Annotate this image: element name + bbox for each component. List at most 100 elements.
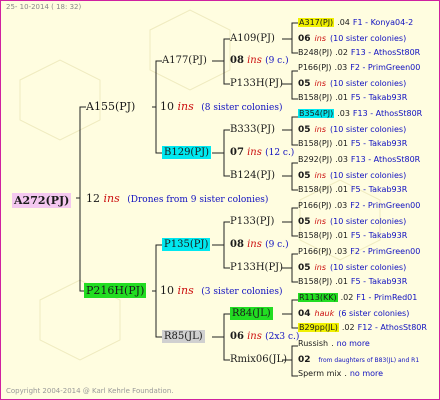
gen4-node[interactable]: B158(PJ) .01 F5 - Takab93R [298,94,407,102]
gen4-label: F5 - Takab93R [350,185,408,194]
gen3-name: R84(JL) [230,307,273,320]
gen4-node[interactable]: P166(PJ) .03 F2 - PrimGreen00 [298,248,420,256]
gen3-name: P133H(PJ) [230,78,284,89]
gen3-info: 05 ins (10 sister colonies) [298,126,406,135]
gen4-node[interactable]: Sperm mix. no more [298,370,383,378]
gen4-name: P166(PJ) [298,63,332,72]
gen3-name: P133(PJ) [230,216,275,227]
gen3-ins-num: 06 [298,34,311,44]
gen4-node[interactable]: B158(PJ) .01 F5 - Takab93R [298,278,407,286]
gen2-name: B129(PJ) [162,146,211,159]
gen3-ins: ins [314,263,326,272]
gen4-label: F2 - PrimGreen00 [350,247,421,256]
gen4-node[interactable]: R113(KK) .02 F1 - PrimRed01 [298,293,417,302]
gen4-node[interactable]: B158(PJ) .01 F5 - Takab93R [298,232,407,240]
root-ins-num: 12 [86,192,100,205]
gen4-name: B158(PJ) [298,185,333,194]
gen4-label: F5 - Takab93R [350,277,408,286]
gen4-name: A317(PJ) [298,18,335,27]
gen3-ins-num: 04 [298,309,311,319]
gen4-year: .01 [335,185,348,194]
gen3-node[interactable]: R84(JL) [230,307,273,320]
gen4-label: no more [349,369,384,378]
gen2-node-3[interactable]: R85(JL) [162,330,205,343]
gen2-ins-num: 08 [230,239,244,250]
gen3-info: 05 ins (10 sister colonies) [298,172,406,181]
gen3-note: (10 sister colonies) [330,171,407,180]
gen3-ins: ins [314,125,326,134]
gen4-name: B248(PJ) [298,48,333,57]
gen3-node[interactable]: P133H(PJ) [230,263,283,273]
gen4-year: .03 [334,201,348,210]
gen2-info-3: 06 ins (2x3 c.) [230,332,299,342]
gen2-ins-num: 08 [230,55,244,66]
gen2-node-2[interactable]: P135(PJ) [162,238,211,251]
gen3-node[interactable]: P133H(PJ) [230,79,283,89]
gen1-ins-num: 10 [160,100,174,113]
gen4-year: .02 [340,293,354,302]
gen2-ins: ins [247,55,262,66]
gen4-node[interactable]: B29pp(JL) .02 F12 - AthosSt80R [298,323,427,332]
gen4-node[interactable]: B158(PJ) .01 F5 - Takab93R [298,186,407,194]
date-stamp: 25- 10-2014 ( 18: 32) [6,3,82,11]
gen4-node[interactable]: P166(PJ) .03 F2 - PrimGreen00 [298,202,420,210]
root-info: 12 ins (Drones from 9 sister colonies) [86,193,268,205]
gen3-ins: ins [314,171,326,180]
gen2-node-1[interactable]: B129(PJ) [162,146,211,159]
gen3-ins-num: 05 [298,79,311,89]
gen4-node[interactable]: P166(PJ) .03 F2 - PrimGreen00 [298,64,420,72]
gen4-label: F2 - PrimGreen00 [350,201,421,210]
gen3-ins-num: 05 [298,171,311,181]
gen1-note: (3 sister colonies) [201,287,283,297]
gen4-label: F5 - Takab93R [350,139,408,148]
gen1-info-1: 10 ins (3 sister colonies) [160,285,282,297]
gen4-node[interactable]: B292(PJ) .03 F13 - AthosSt80R [298,156,420,164]
gen4-year: .01 [335,139,348,148]
gen4-node[interactable]: B354(PJ) .03 F13 - AthosSt80R [298,109,423,118]
gen4-label: F2 - PrimGreen00 [350,63,421,72]
root-name: A272(PJ) [12,193,72,208]
gen3-node[interactable]: B333(PJ) [230,125,275,135]
gen1-note: (8 sister colonies) [201,103,283,113]
gen4-node[interactable]: Russish. no more [298,340,370,348]
gen3-ins: ins [314,34,326,43]
gen2-name: R85(JL) [162,330,205,343]
gen2-info-1: 07 ins (12 c.) [230,148,294,158]
gen4-year: .03 [334,63,348,72]
gen1-name: A155(PJ) [86,100,136,113]
gen4-year: . [344,369,347,378]
gen1-ins: ins [177,284,194,297]
gen2-name: P135(PJ) [162,238,211,251]
gen4-name: R113(KK) [298,293,338,302]
gen4-label: F13 - AthosSt80R [352,109,423,118]
gen2-ins: ins [247,331,262,342]
gen1-node-0[interactable]: A155(PJ) [86,101,135,112]
gen3-note: (10 sister colonies) [330,79,407,88]
gen4-name: B292(PJ) [298,155,333,164]
gen4-node[interactable]: B248(PJ) .02 F13 - AthosSt80R [298,49,420,57]
gen2-ins: ins [247,147,262,158]
gen3-note: (10 sister colonies) [330,217,407,226]
gen3-name: A109(PJ) [230,33,275,44]
gen4-year: .01 [335,277,348,286]
gen2-ins-num: 07 [230,147,244,158]
root-node[interactable]: A272(PJ) [12,191,72,208]
gen4-name: B158(PJ) [298,231,333,240]
gen4-node[interactable]: A317(PJ) .04 F1 - Konya04-2 [298,18,413,27]
gen3-node[interactable]: B124(PJ) [230,171,275,181]
gen3-info: 06 ins (10 sister colonies) [298,35,406,44]
gen3-node[interactable]: A109(PJ) [230,34,275,44]
gen4-name: B158(PJ) [298,139,333,148]
gen3-node[interactable]: P133(PJ) [230,217,274,227]
gen4-label: F5 - Takab93R [350,93,408,102]
gen3-ins: ins [314,79,326,88]
gen1-node-1[interactable]: P216H(PJ) [84,283,147,298]
gen4-node[interactable]: B158(PJ) .01 F5 - Takab93R [298,140,407,148]
gen3-node[interactable]: Rmix06(JL) [230,355,287,365]
gen4-year: . [331,339,334,348]
root-ins: ins [103,192,120,205]
gen3-note: (10 sister colonies) [330,263,407,272]
gen2-node-0[interactable]: A177(PJ) [162,56,207,66]
gen4-name: B29pp(JL) [298,323,339,332]
gen4-name: B158(PJ) [298,93,333,102]
